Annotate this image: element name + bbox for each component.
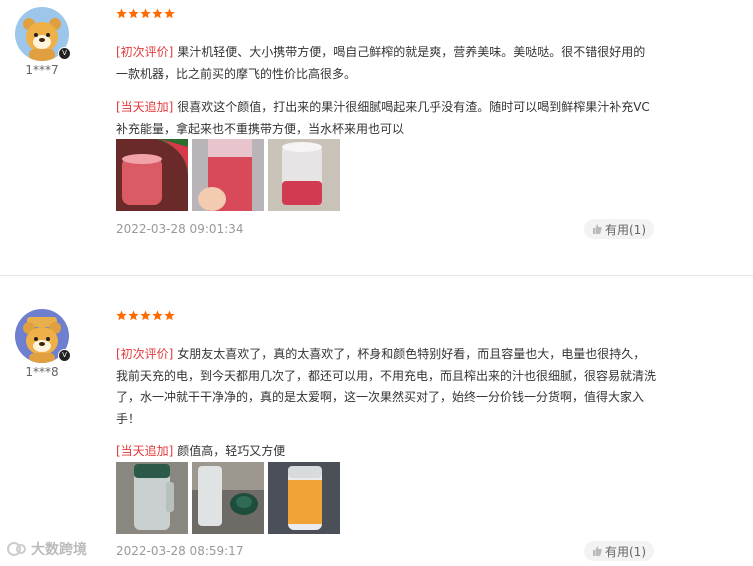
review-text: [初次评价] 女朋友太喜欢了，真的太喜欢了，杯身和颜色特别好看，而且容量也大，电…: [116, 344, 656, 430]
review-date: 2022-03-28 09:01:34: [116, 222, 244, 236]
first-review-content: 女朋友太喜欢了，真的太喜欢了，杯身和颜色特别好看，而且容量也大，电量也很持久，我…: [116, 347, 657, 426]
watermark: 大数跨境: [6, 539, 87, 559]
followup-content: 很喜欢这个颜值，打出来的果汁很细腻喝起来几乎没有渣。随时可以喝到鲜榨果汁补充VC…: [116, 100, 650, 136]
review-image[interactable]: [268, 139, 340, 211]
star-icon: [152, 310, 163, 321]
watermark-logo-icon: [7, 542, 26, 556]
star-icon: [164, 310, 175, 321]
followup-text: [当天追加] 很喜欢这个颜值，打出来的果汁很细腻喝起来几乎没有渣。随时可以喝到鲜…: [116, 97, 656, 140]
review-image[interactable]: [192, 139, 264, 211]
vip-badge-icon: V: [58, 349, 71, 362]
followup-content: 颜值高，轻巧又方便: [177, 444, 286, 458]
useful-button[interactable]: 有用(1): [584, 219, 654, 239]
followup-tag: [当天追加]: [116, 100, 174, 114]
useful-label: 有用(1): [605, 544, 646, 559]
star-icon: [128, 8, 139, 19]
rating-stars: [116, 310, 175, 321]
star-icon: [140, 310, 151, 321]
followup-tag: [当天追加]: [116, 444, 174, 458]
star-icon: [128, 310, 139, 321]
star-icon: [116, 8, 127, 19]
watermark-text: 大数跨境: [31, 542, 87, 558]
review-images: [116, 462, 340, 534]
first-review-tag: [初次评价]: [116, 347, 174, 361]
username: 1***7: [25, 63, 59, 77]
first-review-tag: [初次评价]: [116, 45, 174, 59]
thumbs-up-icon: [593, 546, 602, 556]
bear-mascot-icon: [23, 317, 61, 363]
review-image[interactable]: [116, 139, 188, 211]
review-image[interactable]: [116, 462, 188, 534]
review-date: 2022-03-28 08:59:17: [116, 544, 244, 558]
useful-label: 有用(1): [605, 222, 646, 237]
star-icon: [164, 8, 175, 19]
first-review-content: 果汁机轻便、大小携带方便，喝自己鲜榨的就是爽，营养美味。美哒哒。很不错很好用的一…: [116, 45, 646, 81]
review-item: V 1***7 [初次评价] 果汁机轻便、大小携带方便，喝自己鲜榨的就是爽，营养…: [0, 0, 753, 275]
useful-button[interactable]: 有用(1): [584, 541, 654, 561]
bear-mascot-icon: [23, 18, 61, 61]
rating-stars: [116, 8, 175, 19]
star-icon: [140, 8, 151, 19]
review-images: [116, 139, 340, 211]
followup-text: [当天追加] 颜值高，轻巧又方便: [116, 441, 656, 463]
thumbs-up-icon: [593, 224, 602, 234]
review-image[interactable]: [192, 462, 264, 534]
review-image[interactable]: [268, 462, 340, 534]
review-item: V 1***8 [初次评价] 女朋友太喜欢了，真的太喜欢了，杯身和颜色特别好看，…: [0, 276, 753, 566]
review-text: [初次评价] 果汁机轻便、大小携带方便，喝自己鲜榨的就是爽，营养美味。美哒哒。很…: [116, 42, 656, 85]
star-icon: [152, 8, 163, 19]
vip-badge-icon: V: [58, 47, 71, 60]
star-icon: [116, 310, 127, 321]
username: 1***8: [25, 365, 59, 379]
